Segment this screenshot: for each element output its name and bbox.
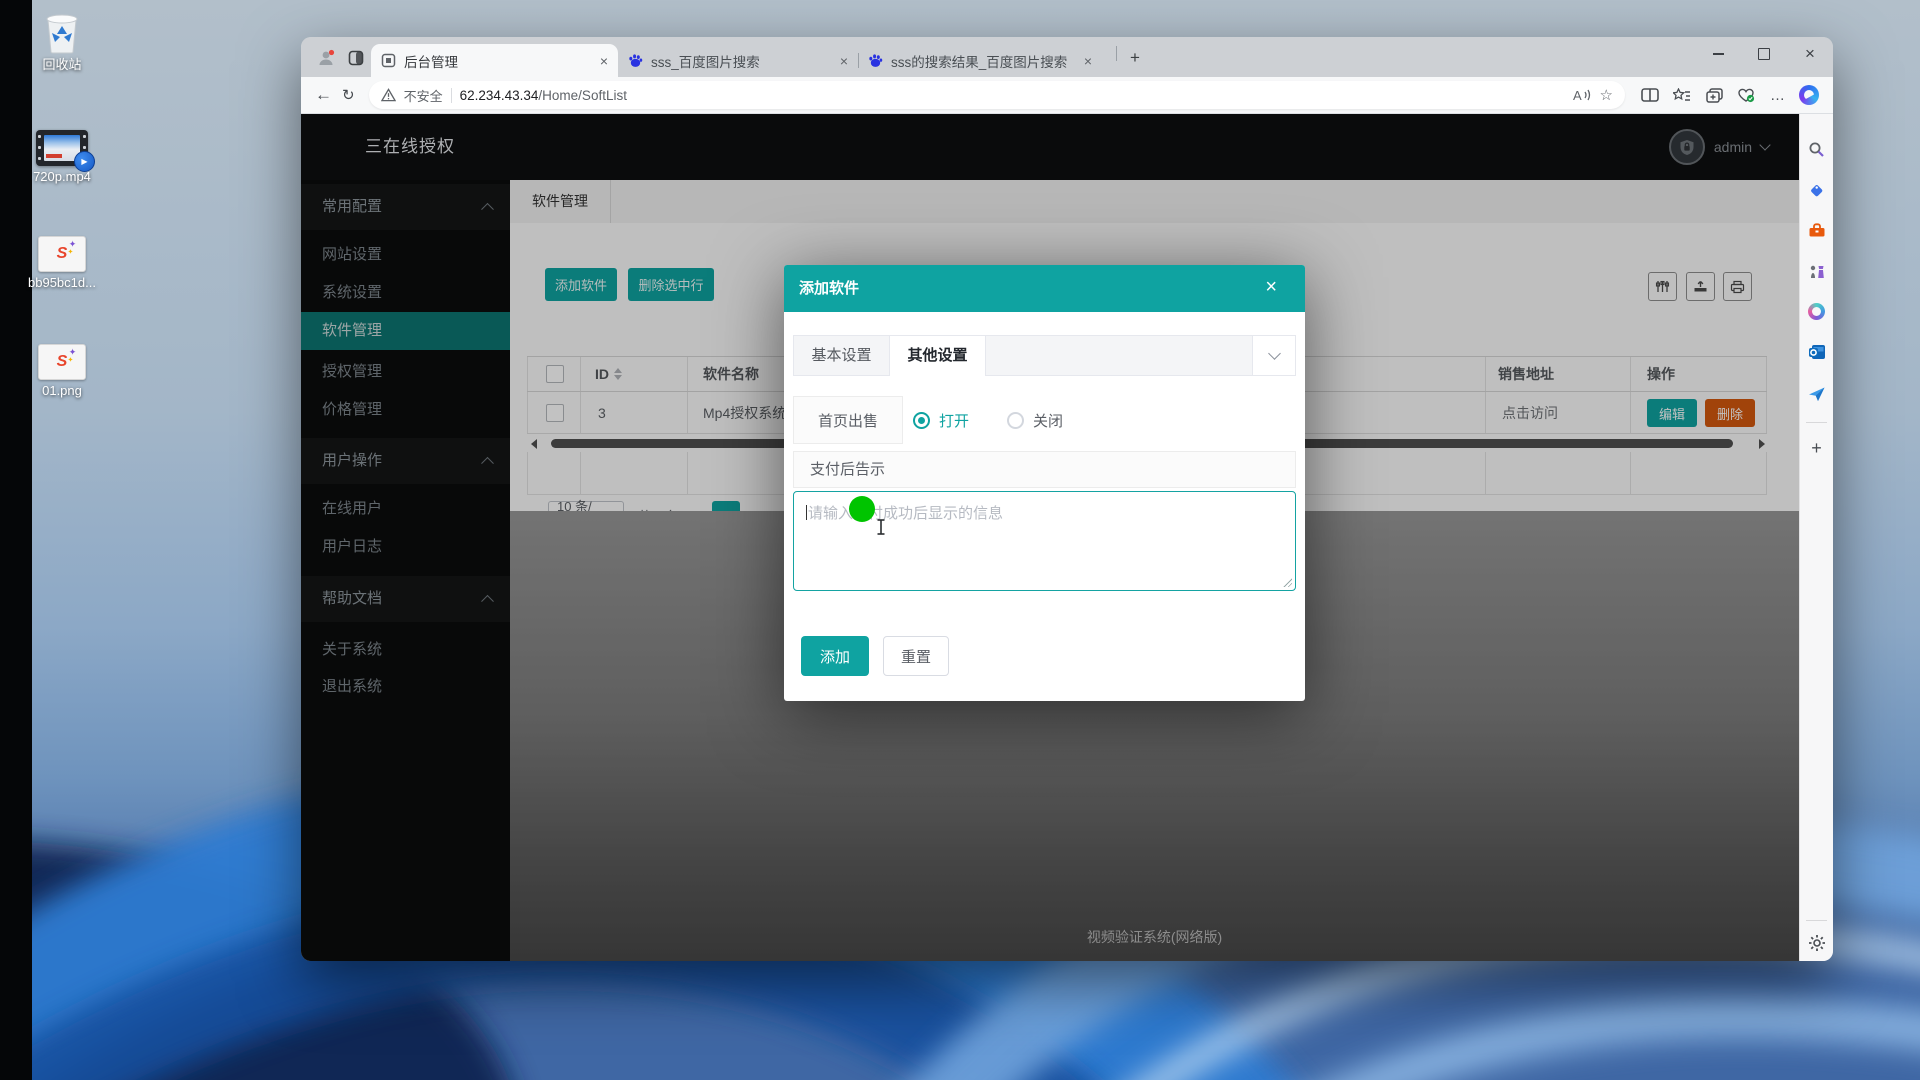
sidebar-add-icon[interactable]: + [1800, 438, 1833, 459]
desktop-icon-video-file[interactable]: ▶ 720p.mp4 [16, 120, 108, 184]
desktop-icon-recycle-bin[interactable]: 回收站 [16, 8, 108, 72]
sidebar-outlook-icon[interactable] [1800, 344, 1833, 360]
collections-icon[interactable] [1703, 88, 1725, 103]
text-caret [806, 505, 807, 520]
maximize-button[interactable] [1741, 37, 1787, 71]
close-button[interactable]: × [1787, 37, 1833, 71]
baidu-favicon [868, 53, 883, 68]
svg-text:A: A [1573, 88, 1582, 102]
divider [1806, 422, 1827, 423]
split-screen-icon[interactable] [1639, 88, 1661, 102]
browser-tab-admin[interactable]: 后台管理 × [371, 44, 618, 77]
radio-label: 关闭 [1033, 410, 1063, 431]
tab-basic-settings[interactable]: 基本设置 [794, 336, 889, 375]
dialog-header: 添加软件 × [784, 265, 1305, 312]
home-sale-label: 首页出售 [793, 396, 903, 444]
payment-notice-label: 支付后告示 [793, 451, 1296, 488]
recycle-bin-icon [16, 8, 108, 54]
desktop-icon-label: 720p.mp4 [16, 170, 108, 184]
divider [451, 88, 452, 103]
url-host: 62.234.43.34 [460, 88, 539, 103]
profile-avatar-icon [317, 49, 335, 67]
click-indicator-dot [849, 496, 875, 522]
address-bar[interactable]: 不安全 62.234.43.34/Home/SoftList A ☆ [369, 81, 1625, 109]
new-tab-button[interactable]: + [1116, 48, 1140, 68]
tab-title: sss_百度图片搜索 [651, 51, 832, 71]
sidebar-games-icon[interactable] [1800, 262, 1833, 279]
tab-title: 后台管理 [404, 51, 592, 71]
tab-workspaces-button[interactable] [343, 45, 369, 71]
sidebar-search-icon[interactable] [1800, 141, 1833, 158]
browser-content: 三在线授权 admin 常用配置 网站设置 [301, 114, 1833, 961]
copilot-icon[interactable] [1799, 85, 1819, 105]
site-favicon [381, 53, 396, 68]
desktop-icon-image-file-1[interactable]: S✦✦ bb95bc1d... [16, 226, 108, 290]
maximize-icon [1758, 48, 1770, 60]
sidebar-settings-icon[interactable] [1800, 934, 1833, 952]
desktop-icon-label: 01.png [16, 384, 108, 398]
url-text[interactable]: 62.234.43.34/Home/SoftList [460, 88, 1565, 103]
sidebar-shopping-icon[interactable] [1800, 182, 1833, 199]
profile-button[interactable] [313, 45, 339, 71]
not-secure-warning-icon [381, 88, 396, 102]
radio-label: 打开 [939, 410, 969, 431]
reload-button[interactable]: ↻ [342, 86, 355, 104]
dialog-title: 添加软件 [799, 265, 859, 312]
browser-toolbar: ← ↻ 不安全 62.234.43.34/Home/SoftList A ☆ [301, 77, 1833, 114]
favorites-bar-icon[interactable] [1671, 88, 1693, 103]
minimize-button[interactable] [1695, 37, 1741, 71]
workspaces-icon [348, 50, 364, 66]
dialog-close-icon[interactable]: × [1265, 265, 1277, 310]
url-path: /Home/SoftList [538, 88, 627, 103]
textarea-placeholder: 请输入支付成功后显示的信息 [808, 505, 1003, 522]
radio-unselected-icon [1007, 412, 1024, 429]
browser-tab-baidu-images[interactable]: sss_百度图片搜索 × [618, 44, 858, 77]
tab-close-icon[interactable]: × [840, 54, 848, 68]
browser-essentials-icon[interactable] [1735, 87, 1757, 103]
dialog-tabs: 基本设置 其他设置 [793, 335, 1296, 376]
desktop-icon-label: bb95bc1d... [16, 276, 108, 290]
submit-add-button[interactable]: 添加 [801, 636, 869, 676]
security-label[interactable]: 不安全 [404, 86, 443, 105]
radio-open[interactable]: 打开 [913, 396, 969, 444]
radio-close[interactable]: 关闭 [1007, 396, 1063, 444]
tab-close-icon[interactable]: × [1084, 54, 1092, 68]
divider [1806, 920, 1827, 921]
image-file-icon: S✦✦ [16, 334, 108, 380]
tab-close-icon[interactable]: × [600, 54, 608, 68]
add-software-dialog: 添加软件 × 基本设置 其他设置 首页出售 打开 关闭 支付后告示 请输入支付成… [784, 265, 1305, 701]
browser-tab-baidu-results[interactable]: sss的搜索结果_百度图片搜索 × [858, 44, 1102, 77]
baidu-favicon [628, 53, 643, 68]
chevron-down-icon [1268, 347, 1281, 360]
tabs-collapse-button[interactable] [1252, 336, 1295, 375]
resize-handle-icon[interactable] [1282, 577, 1292, 587]
media-player-badge-icon: ▶ [74, 151, 95, 172]
favorite-star-icon[interactable]: ☆ [1600, 86, 1613, 104]
desktop-icon-image-file-2[interactable]: S✦✦ 01.png [16, 334, 108, 398]
reset-button[interactable]: 重置 [883, 636, 949, 676]
sidebar-drop-icon[interactable] [1800, 386, 1833, 402]
browser-window: 后台管理 × sss_百度图片搜索 × sss的搜索结果_百度图片搜索 [301, 37, 1833, 961]
text-cursor-icon [876, 519, 886, 535]
sidebar-m365-icon[interactable] [1800, 303, 1833, 320]
back-button[interactable]: ← [315, 85, 332, 105]
read-aloud-icon[interactable]: A [1573, 88, 1592, 102]
edge-sidebar-rail: + [1799, 114, 1833, 961]
sidebar-tools-icon[interactable] [1800, 222, 1833, 238]
tab-title: sss的搜索结果_百度图片搜索 [891, 51, 1076, 71]
browser-tab-bar: 后台管理 × sss_百度图片搜索 × sss的搜索结果_百度图片搜索 [301, 37, 1833, 77]
tab-other-settings[interactable]: 其他设置 [889, 336, 986, 376]
more-options-icon[interactable]: … [1767, 87, 1789, 104]
desktop-icon-label: 回收站 [16, 58, 108, 72]
image-file-icon: S✦✦ [16, 226, 108, 272]
window-controls: × [1695, 37, 1833, 71]
video-file-icon: ▶ [16, 120, 108, 166]
minimize-icon [1713, 53, 1724, 54]
radio-selected-icon [913, 412, 930, 429]
